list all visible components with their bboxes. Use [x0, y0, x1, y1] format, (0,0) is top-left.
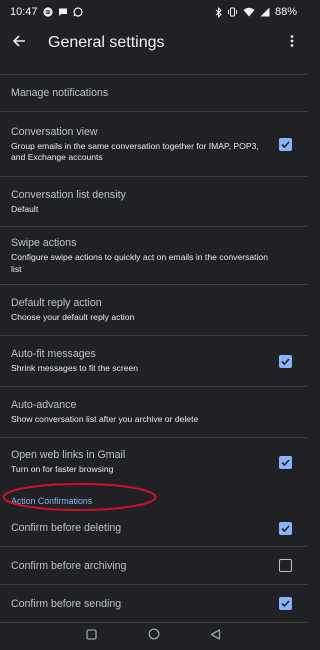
status-time: 10:47 [10, 6, 38, 18]
section-header-action-confirmations: Action Confirmations [0, 486, 307, 510]
whatsapp-icon [72, 7, 83, 17]
status-bar: 10:47 88% [0, 0, 307, 24]
setting-confirm-before-archiving[interactable]: Confirm before archiving [0, 547, 307, 584]
arrow-left-icon [12, 34, 26, 53]
setting-title: Open web links in Gmail [11, 449, 126, 462]
setting-title: Manage notifications [11, 87, 109, 99]
setting-default-reply-action[interactable]: Default reply action Choose your default… [0, 285, 307, 335]
setting-title: Swipe actions [11, 237, 77, 249]
back-triangle-icon[interactable] [209, 627, 223, 641]
recents-square-icon[interactable] [85, 627, 99, 641]
setting-subtitle: Shrink messages to fit the screen [11, 363, 139, 374]
setting-subtitle: Choose your default reply action [11, 312, 135, 323]
setting-title: Confirm before deleting [11, 522, 122, 534]
setting-subtitle: Turn on for faster browsing [11, 464, 114, 475]
confirm-archiving-checkbox[interactable] [279, 559, 292, 572]
setting-open-web-links[interactable]: Open web links in Gmail Turn on for fast… [0, 438, 307, 486]
setting-conversation-list-density[interactable]: Conversation list density Default [0, 177, 307, 226]
setting-swipe-actions[interactable]: Swipe actions Configure swipe actions to… [0, 227, 307, 284]
setting-title: Conversation list density [11, 188, 126, 201]
setting-title: Default reply action [11, 297, 102, 310]
confirm-sending-checkbox[interactable] [279, 597, 292, 610]
more-options-button[interactable] [277, 24, 307, 62]
more-vert-icon [290, 34, 294, 53]
setting-manage-notifications[interactable]: Manage notifications [0, 75, 307, 111]
setting-auto-fit-messages[interactable]: Auto-fit messages Shrink messages to fit… [0, 336, 307, 386]
system-nav-bar [0, 618, 307, 650]
settings-list: Manage notifications Conversation view G… [0, 74, 307, 623]
setting-subtitle: Default [11, 203, 39, 214]
setting-confirm-before-deleting[interactable]: Confirm before deleting [0, 510, 307, 546]
battery-level: 88% [274, 6, 297, 18]
home-circle-icon[interactable] [147, 627, 161, 641]
open-web-links-checkbox[interactable] [279, 455, 292, 469]
back-button[interactable] [0, 24, 38, 62]
bluetooth-icon [215, 6, 222, 18]
setting-title: Confirm before sending [11, 597, 122, 610]
setting-confirm-before-sending[interactable]: Confirm before sending [0, 585, 307, 622]
auto-fit-messages-checkbox[interactable] [279, 354, 292, 368]
setting-auto-advance[interactable]: Auto-advance Show conversation list afte… [0, 387, 307, 437]
setting-title: Auto-fit messages [11, 348, 96, 361]
confirm-deleting-checkbox[interactable] [279, 521, 292, 535]
section-label: Action Confirmations [11, 496, 93, 506]
signal-icon [260, 7, 270, 17]
setting-subtitle: Group emails in the same conversation to… [11, 140, 259, 163]
app-bar: General settings [0, 24, 307, 62]
chat-icon [58, 7, 68, 17]
wifi-icon [243, 7, 255, 17]
vibrate-icon [227, 7, 238, 17]
page-title: General settings [48, 34, 165, 51]
conversation-view-checkbox[interactable] [279, 137, 292, 151]
setting-title: Auto-advance [11, 399, 77, 412]
setting-title: Confirm before archiving [11, 559, 127, 572]
setting-title: Conversation view [11, 125, 98, 138]
setting-subtitle: Configure swipe actions to quickly act o… [11, 252, 268, 274]
setting-subtitle: Show conversation list after you archive… [11, 414, 199, 425]
spotify-icon [42, 7, 53, 17]
setting-conversation-view[interactable]: Conversation view Group emails in the sa… [0, 112, 307, 176]
